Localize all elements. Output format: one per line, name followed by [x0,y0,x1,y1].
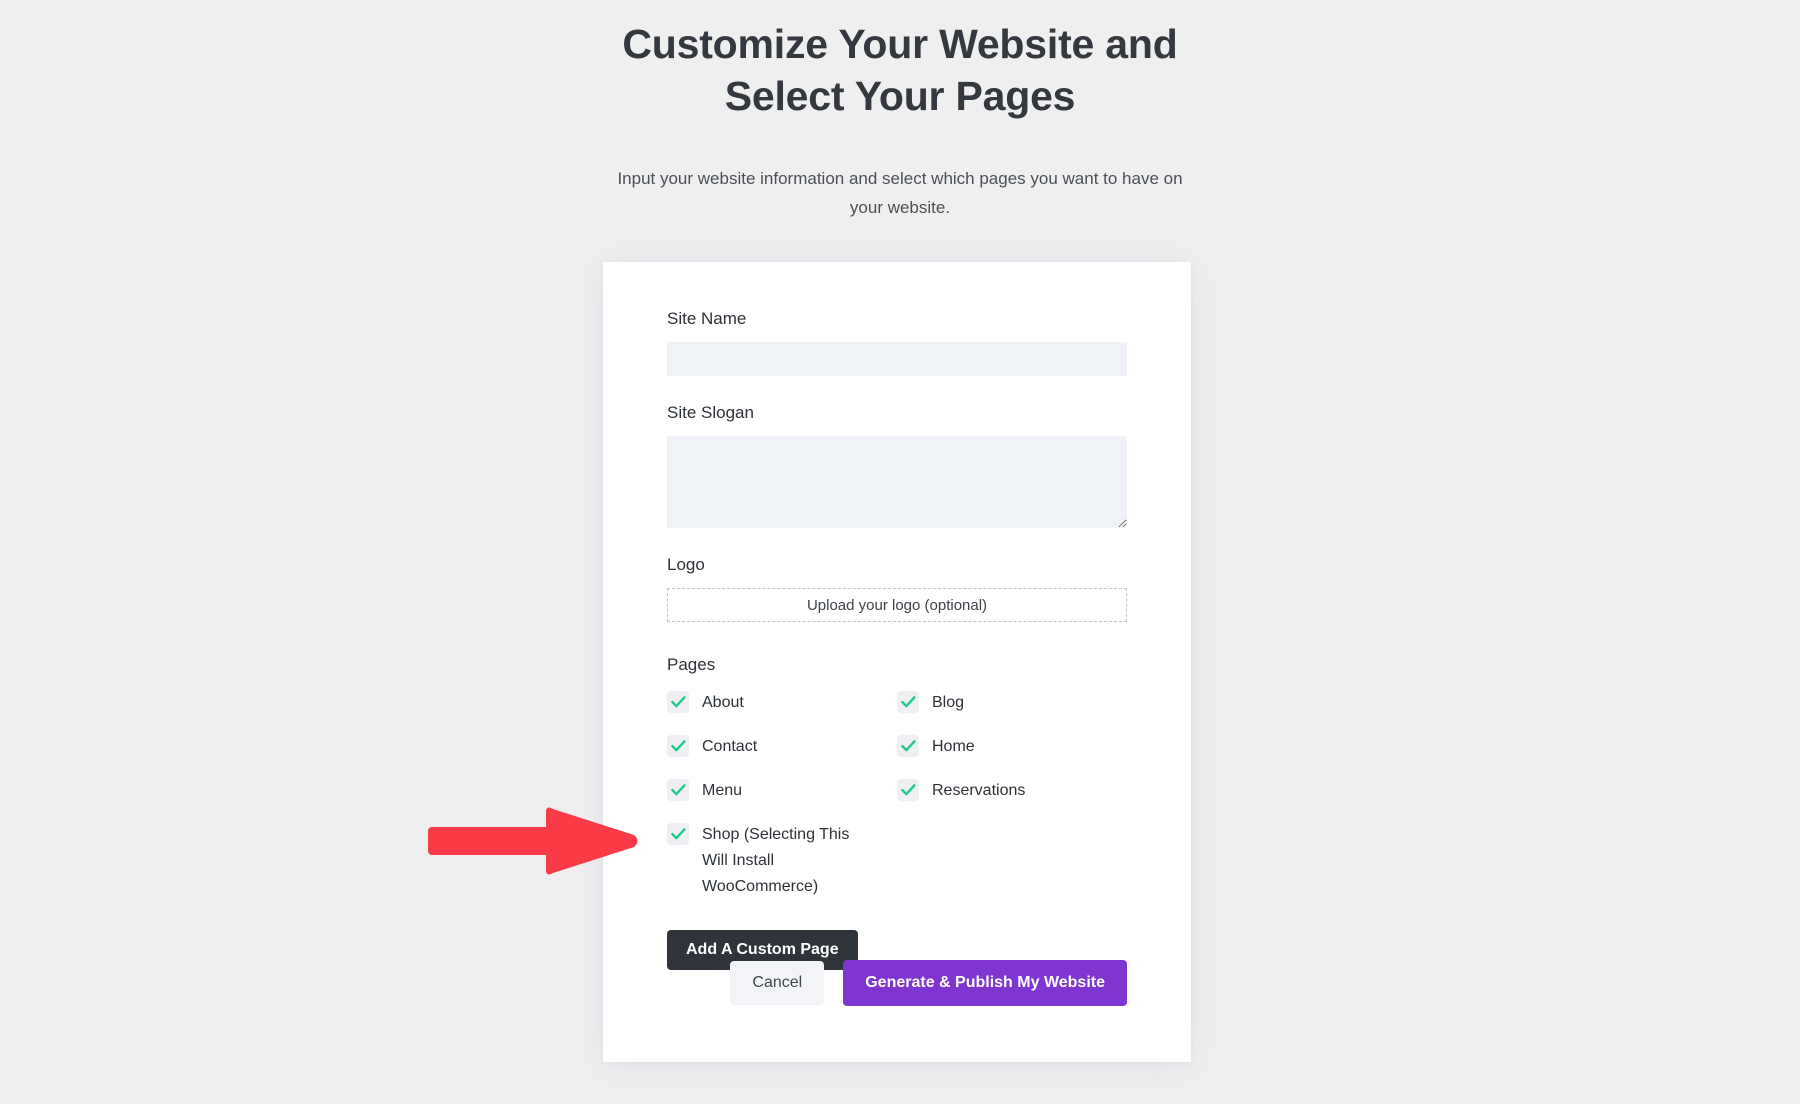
checkmark-icon[interactable] [897,779,919,801]
site-slogan-label: Site Slogan [667,403,754,422]
pages-section: Pages About Blog Contact Home Menu Reservatio… [667,654,1127,970]
checkmark-icon[interactable] [897,735,919,757]
site-name-field-group: Site Name [667,308,1127,376]
checkmark-icon[interactable] [667,823,689,845]
page-option-label: Shop (Selecting This Will Install WooCom… [702,826,850,895]
site-slogan-textarea[interactable] [667,436,1127,528]
pages-checkbox-grid: About Blog Contact Home Menu Reservations Shop… [667,690,1127,900]
page-header: Customize Your Website and Select Your P… [0,0,1800,222]
checkmark-icon[interactable] [667,779,689,801]
page-option-menu[interactable]: Menu [667,778,897,804]
customize-form-card: Site Name Site Slogan Logo Upload your l… [603,262,1191,1062]
logo-upload-text: Upload your logo (optional) [806,596,988,614]
site-slogan-field-group: Site Slogan [667,402,1127,528]
page-subtitle: Input your website information and selec… [617,169,1183,217]
cancel-button[interactable]: Cancel [730,961,825,1005]
page-option-label: Contact [702,738,758,755]
page-option-contact[interactable]: Contact [667,734,897,760]
page-option-home[interactable]: Home [897,734,1127,760]
page-option-about[interactable]: About [667,690,897,716]
page-option-label: About [702,694,744,711]
logo-field-group: Logo Upload your logo (optional) [667,554,1127,622]
page-option-label: Reservations [932,782,1026,799]
checkmark-icon[interactable] [897,691,919,713]
page-root: Customize Your Website and Select Your P… [0,0,1800,1104]
checkmark-icon[interactable] [667,691,689,713]
logo-label: Logo [667,555,705,574]
page-option-shop[interactable]: Shop (Selecting This Will Install WooCom… [667,822,897,900]
logo-upload-dropzone[interactable]: Upload your logo (optional) [667,588,1127,622]
page-option-reservations[interactable]: Reservations [897,778,1127,804]
site-name-label: Site Name [667,309,747,328]
page-option-label: Home [932,738,975,755]
checkmark-icon[interactable] [667,735,689,757]
page-option-blog[interactable]: Blog [897,690,1127,716]
generate-publish-button[interactable]: Generate & Publish My Website [843,960,1127,1006]
card-action-bar: Cancel Generate & Publish My Website [730,960,1127,1006]
page-option-label: Menu [702,782,743,799]
form-body: Site Name Site Slogan Logo Upload your l… [603,262,1191,970]
page-title: Customize Your Website and Select Your P… [622,21,1178,119]
site-name-input[interactable] [667,342,1127,376]
pages-label: Pages [667,655,716,674]
page-option-label: Blog [932,694,965,711]
